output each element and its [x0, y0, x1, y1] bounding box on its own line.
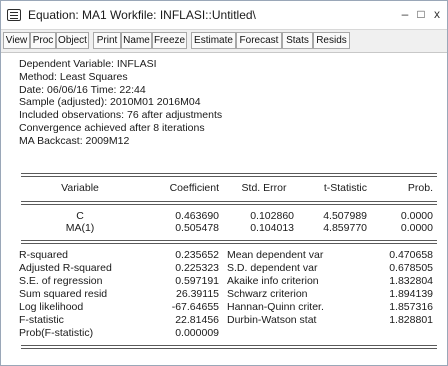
dependent-variable-line: Dependent Variable: INFLASI	[19, 58, 157, 70]
stat-value-sum-squared-resid: 26.39115	[175, 288, 219, 300]
resids-button[interactable]: Resids	[313, 32, 350, 49]
table-row-ma1-variable: MA(1)	[65, 222, 95, 234]
convergence-line: Convergence achieved after 8 iterations	[19, 121, 205, 134]
view-button[interactable]: View	[3, 32, 30, 49]
table-header-rule-2	[21, 204, 437, 205]
column-header-std-error: Std. Error	[241, 182, 287, 194]
ma-backcast-line: MA Backcast: 2009M12	[19, 134, 130, 147]
minimize-icon[interactable]: –	[397, 6, 413, 22]
column-header-prob: Prob.	[407, 182, 433, 194]
header-info: Dependent Variable: INFLASI Method: Leas…	[19, 58, 222, 148]
stat-value-mean-dependent-var: 0.470658	[389, 249, 433, 261]
stat-value-adjusted-r-squared: 0.225323	[175, 262, 219, 274]
stat-label-schwarz: Schwarz criterion	[227, 288, 308, 300]
table-row-c-coefficient: 0.463690	[175, 210, 219, 222]
title-bar[interactable]: Equation: MA1 Workfile: INFLASI::Untitle…	[1, 1, 447, 29]
table-top-rule-2	[21, 176, 437, 177]
stat-value-akaike: 1.832804	[389, 275, 433, 287]
stat-label-log-likelihood: Log likelihood	[19, 301, 84, 313]
stat-label-f-statistic: F-statistic	[19, 314, 64, 326]
object-button[interactable]: Object	[56, 32, 89, 49]
stat-value-durbin-watson: 1.828801	[389, 314, 433, 326]
stat-label-sd-dependent-var: S.D. dependent var	[227, 262, 318, 274]
stat-value-se-regression: 0.597191	[175, 275, 219, 287]
proc-button[interactable]: Proc	[30, 32, 56, 49]
window-menu-icon[interactable]	[7, 9, 21, 21]
table-row-c-variable: C	[76, 210, 84, 222]
stat-label-se-regression: S.E. of regression	[19, 275, 103, 287]
stat-value-r-squared: 0.235652	[175, 249, 219, 261]
table-row-ma1-prob: 0.0000	[400, 222, 433, 234]
stat-label-r-squared: R-squared	[19, 249, 69, 261]
stat-value-f-statistic: 22.81456	[175, 314, 219, 326]
table-row-ma1-std-error: 0.104013	[250, 222, 294, 234]
stat-label-mean-dependent-var: Mean dependent var	[227, 249, 324, 261]
stat-value-log-likelihood: -67.64655	[171, 301, 219, 313]
table-row-ma1-t-statistic: 4.859770	[323, 222, 367, 234]
sample-line: Sample (adjusted): 2010M01 2016M04	[19, 96, 201, 109]
table-row-c-t-statistic: 4.507989	[323, 210, 367, 222]
name-button[interactable]: Name	[121, 32, 152, 49]
window-title: Equation: MA1 Workfile: INFLASI::Untitle…	[28, 8, 256, 22]
restore-icon[interactable]: □	[413, 6, 429, 22]
stats-bottom-rule	[21, 345, 437, 346]
forecast-button[interactable]: Forecast	[236, 32, 282, 49]
print-button[interactable]: Print	[93, 32, 121, 49]
stat-label-adjusted-r-squared: Adjusted R-squared	[19, 262, 112, 274]
column-header-coefficient: Coefficient	[169, 182, 219, 194]
stat-label-akaike: Akaike info criterion	[227, 275, 319, 287]
table-top-rule	[21, 173, 437, 174]
estimation-output: Dependent Variable: INFLASI Method: Leas…	[1, 52, 447, 365]
table-row-c-prob: 0.0000	[400, 210, 433, 222]
stat-value-schwarz: 1.894139	[389, 288, 433, 300]
table-row-ma1-coefficient: 0.505478	[175, 222, 219, 234]
freeze-button[interactable]: Freeze	[152, 32, 187, 49]
equation-window: Equation: MA1 Workfile: INFLASI::Untitle…	[0, 0, 448, 366]
table-header-rule	[21, 201, 437, 202]
stat-label-prob-f-statistic: Prob(F-statistic)	[19, 327, 94, 339]
stats-bottom-rule-2	[21, 348, 437, 349]
column-header-variable: Variable	[61, 182, 99, 194]
toolbar: View Proc Object Print Name Freeze Estim…	[1, 29, 447, 53]
stats-top-rule-2	[21, 243, 437, 244]
close-icon[interactable]: x	[429, 6, 445, 22]
stats-top-rule	[21, 240, 437, 241]
stat-label-sum-squared-resid: Sum squared resid	[19, 288, 108, 300]
stats-button[interactable]: Stats	[282, 32, 313, 49]
method-line: Method: Least Squares	[19, 70, 128, 83]
column-header-t-statistic: t-Statistic	[323, 182, 367, 194]
observations-line: Included observations: 76 after adjustme…	[19, 109, 223, 122]
stat-value-prob-f-statistic: 0.000009	[175, 327, 219, 339]
table-row-c-std-error: 0.102860	[250, 210, 294, 222]
stat-label-durbin-watson: Durbin-Watson stat	[227, 314, 317, 326]
stat-value-hannan-quinn: 1.857316	[389, 301, 433, 313]
stat-label-hannan-quinn: Hannan-Quinn criter.	[227, 301, 324, 313]
stat-value-sd-dependent-var: 0.678505	[389, 262, 433, 274]
estimate-button[interactable]: Estimate	[191, 32, 236, 49]
date-line: Date: 06/06/16 Time: 22:44	[19, 83, 146, 96]
